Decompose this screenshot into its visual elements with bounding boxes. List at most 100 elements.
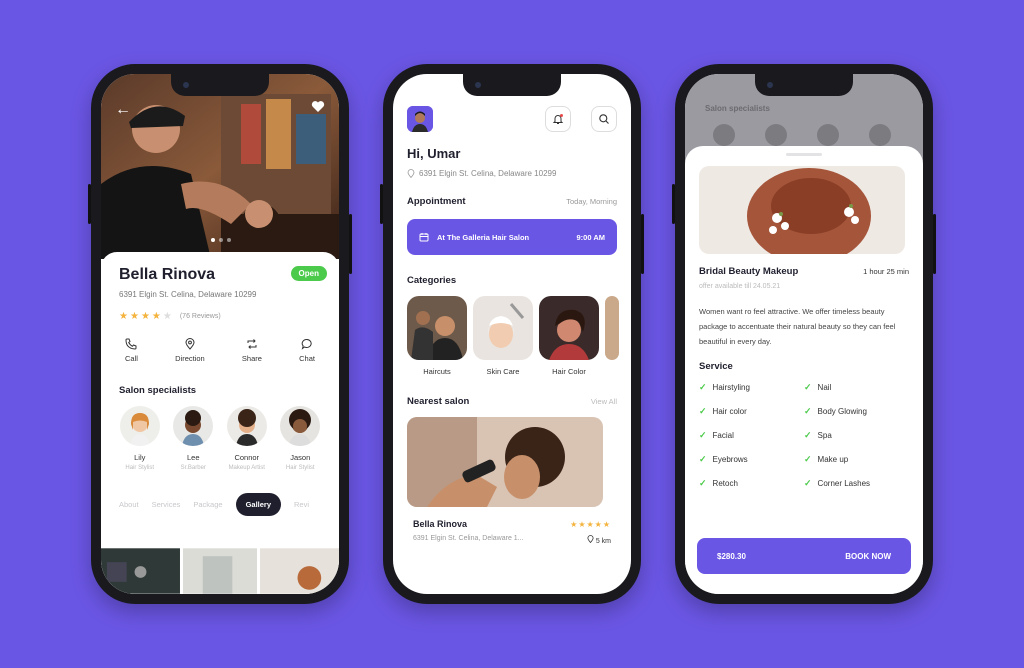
background-label: Salon specialists: [705, 104, 770, 113]
direction-button[interactable]: Direction: [175, 338, 205, 363]
service-item-label: Retoch: [712, 479, 738, 488]
check-icon: ✓: [804, 382, 812, 392]
view-all-link[interactable]: View All: [591, 397, 617, 406]
gallery-image[interactable]: [182, 548, 258, 594]
service-item: ✓ Nail: [804, 382, 909, 393]
nearest-salon-address: 6391 Elgin St. Celina, Delaware 1...: [413, 535, 524, 542]
distance-text: 5 km: [595, 538, 611, 545]
gallery-image[interactable]: [260, 548, 339, 594]
specialist-card[interactable]: Lee Sr.Barber: [173, 406, 215, 471]
category-skin-care[interactable]: Skin Care: [473, 296, 533, 376]
services-title: Service: [699, 361, 733, 372]
category-hair-color[interactable]: Hair Color: [539, 296, 599, 376]
category-image: [539, 296, 599, 360]
avatar: [226, 406, 267, 446]
tab-package[interactable]: Package: [193, 500, 222, 509]
direction-label: Direction: [175, 354, 205, 363]
home-header: [407, 106, 617, 132]
reviews-count: (76 Reviews): [179, 313, 221, 320]
heart-icon[interactable]: [311, 100, 325, 113]
appointment-card[interactable]: At The Galleria Hair Salon 9:00 AM: [407, 219, 617, 255]
nearest-salon-name: Bella Rinova: [413, 519, 468, 529]
tab-services[interactable]: Services: [152, 500, 181, 509]
service-item-label: Hair color: [712, 407, 747, 416]
star-icon: ★: [140, 311, 150, 322]
nearest-salon-meta: 6391 Elgin St. Celina, Delaware 1... 5 k…: [407, 535, 617, 545]
service-item: ✓ Body Glowing: [804, 406, 909, 417]
specialist-role: Sr.Barber: [180, 465, 206, 471]
service-item-label: Facial: [712, 431, 734, 440]
service-item: ✓ Facial: [699, 430, 804, 441]
specialists-list: Lily Hair Stylist Lee Sr.Barber Connor M…: [119, 406, 321, 471]
search-button[interactable]: [591, 106, 617, 132]
star-empty-icon: ★: [162, 311, 172, 322]
location-text: 6391 Elgin St. Celina, Delaware 10299: [419, 169, 557, 178]
nearest-salon-row: Bella Rinova ★★★★★: [407, 519, 617, 529]
check-icon: ✓: [699, 454, 707, 464]
category-label: Hair Color: [552, 367, 586, 376]
nearest-salon-image[interactable]: [407, 417, 603, 507]
category-haircuts[interactable]: Haircuts: [407, 296, 467, 376]
category-label: Skin Care: [486, 367, 520, 376]
book-now-button[interactable]: $280.30 BOOK NOW: [697, 538, 911, 574]
specialist-card[interactable]: Connor Makeup Artist: [226, 406, 268, 471]
appointment-salon: At The Galleria Hair Salon: [437, 232, 530, 242]
check-icon: ✓: [699, 430, 707, 440]
tab-reviews[interactable]: Revi: [294, 500, 309, 509]
back-arrow-icon[interactable]: ←: [115, 102, 131, 118]
specialists-title: Salon specialists: [119, 385, 197, 396]
phone-notch: [463, 74, 561, 96]
call-label: Call: [125, 354, 138, 363]
specialist-card[interactable]: Jason Hair Stylist: [280, 406, 322, 471]
specialist-name: Lee: [186, 453, 200, 462]
salon-address: 6391 Elgin St. Celina, Delaware 10299: [119, 290, 257, 299]
check-icon: ✓: [804, 454, 812, 464]
service-item-label: Eyebrows: [712, 455, 748, 464]
background-avatar: [869, 124, 891, 146]
notification-button[interactable]: [545, 106, 571, 132]
header-actions: [545, 106, 617, 132]
specialist-card[interactable]: Lily Hair Stylist: [119, 406, 161, 471]
appointment-time: 9:00 AM: [576, 232, 605, 242]
services-list: ✓ Hairstyling ✓ Nail ✓ Hair color ✓ Body Glo…: [699, 382, 909, 489]
category-image: [605, 296, 619, 360]
service-item-label: Corner Lashes: [817, 479, 871, 488]
service-item-label: Make up: [817, 455, 849, 464]
gallery-image[interactable]: [101, 548, 180, 594]
call-button[interactable]: Call: [125, 338, 138, 363]
tab-gallery[interactable]: Gallery: [235, 493, 281, 516]
background-avatar: [817, 124, 839, 146]
star-icon: ★: [119, 311, 128, 322]
status-badge: Open: [290, 266, 327, 281]
category-partial[interactable]: [605, 296, 619, 376]
chat-button[interactable]: Chat: [299, 338, 315, 363]
salon-info-card: Bella Rinova Open 6391 Elgin St. Celina,…: [101, 252, 339, 594]
calendar-icon: [419, 233, 429, 242]
nearest-salon-stars: ★★★★★: [570, 519, 611, 529]
home-screen: Hi, Umar 6391 Elgin St. Celina, Delaware…: [393, 74, 631, 594]
share-button[interactable]: Share: [242, 338, 262, 363]
share-label: Share: [241, 354, 262, 363]
nearest-title: Nearest salon: [407, 396, 470, 407]
bell-icon: [552, 114, 564, 124]
star-icon: ★: [151, 311, 161, 322]
salon-detail-screen: ← Bella Rinova Open 6391 Elgin St. Celin…: [101, 74, 339, 594]
user-location: 6391 Elgin St. Celina, Delaware 10299: [407, 169, 617, 178]
specialist-role: Makeup Artist: [228, 465, 265, 471]
avatar[interactable]: [407, 106, 433, 132]
location-pin-icon: [185, 338, 195, 350]
service-item: ✓ Corner Lashes: [804, 478, 909, 489]
phone-notch: [755, 74, 853, 96]
service-screen: Salon specialists Bridal Beauty Makeup 1…: [685, 74, 923, 594]
service-description: Women want ro feel attractive. We offer …: [699, 307, 896, 346]
star-icon: ★: [129, 311, 139, 322]
location-pin-icon: [587, 535, 594, 544]
nearest-header: Nearest salon View All: [407, 396, 617, 407]
check-icon: ✓: [699, 406, 707, 416]
sheet-drag-handle[interactable]: [786, 153, 822, 156]
phone-home: Hi, Umar 6391 Elgin St. Celina, Delaware…: [380, 64, 644, 604]
category-image: [473, 296, 533, 360]
tab-about[interactable]: About: [119, 500, 139, 509]
phone-service-detail: Salon specialists Bridal Beauty Makeup 1…: [672, 64, 936, 604]
service-title-row: Bridal Beauty Makeup 1 hour 25 min: [699, 266, 909, 277]
